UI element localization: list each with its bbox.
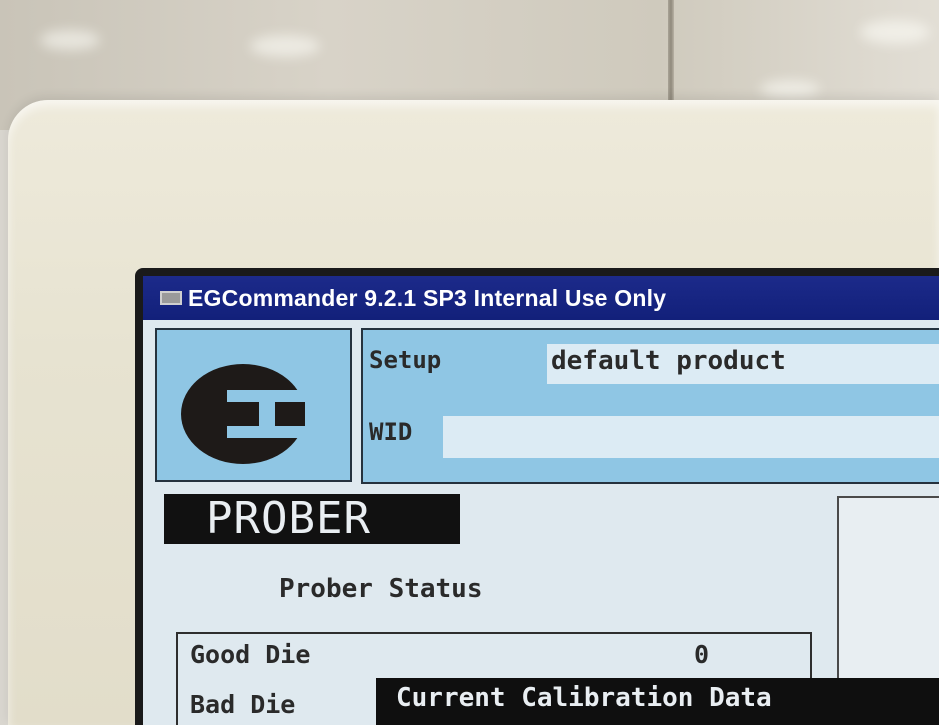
ceiling-light [760, 80, 820, 98]
ceiling-light [250, 35, 320, 57]
setup-label: Setup [369, 346, 442, 374]
window-menu-icon[interactable] [160, 291, 182, 305]
wid-label: WID [369, 418, 413, 446]
good-die-label: Good Die [190, 640, 311, 669]
ceiling-light [860, 20, 930, 44]
window-titlebar[interactable]: EGCommander 9.2.1 SP3 Internal Use Only [143, 276, 939, 320]
logo-panel [155, 328, 352, 482]
prober-status-heading: Prober Status [279, 574, 483, 604]
good-die-value: 0 [694, 640, 710, 669]
eg-logo-icon [181, 364, 309, 464]
calibration-header: Current Calibration Data [376, 678, 939, 725]
setup-info-panel: Setup default product WID [361, 328, 939, 484]
window-title: EGCommander 9.2.1 SP3 Internal Use Only [188, 284, 667, 311]
setup-value: default product [551, 346, 786, 376]
application-screen: EGCommander 9.2.1 SP3 Internal Use Only … [143, 276, 939, 725]
bad-die-label: Bad Die [190, 690, 296, 719]
prober-banner: PROBER [164, 494, 460, 544]
ceiling-light [40, 30, 100, 50]
wid-field[interactable] [443, 416, 939, 458]
